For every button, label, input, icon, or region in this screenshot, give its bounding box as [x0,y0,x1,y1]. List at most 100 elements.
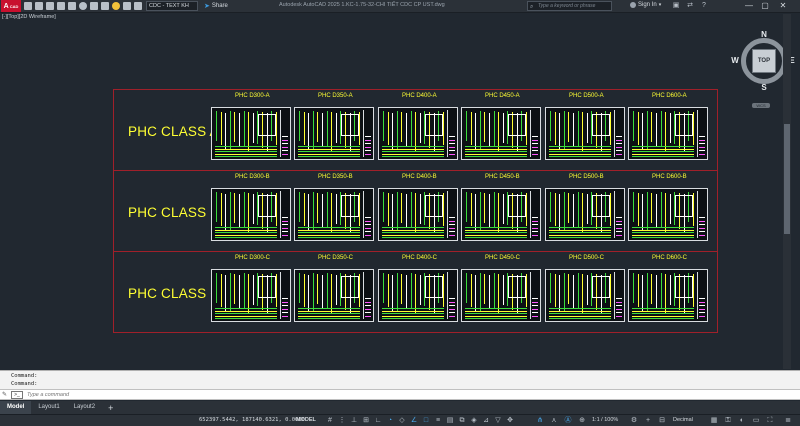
annotation-scale-icon[interactable]: Ⓐ [564,417,572,425]
tab-layout2[interactable]: Layout2 [67,401,102,414]
drawing-sheet [294,269,374,322]
drawing-sheet [294,107,374,160]
compass-north[interactable]: N [759,30,769,39]
object-snap-icon[interactable]: □ [422,417,430,425]
sign-in-label: Sign In [638,2,657,8]
3d-osnap-icon[interactable]: ◈ [470,417,478,425]
selection-filter-icon[interactable]: ▽ [494,417,502,425]
drawing-sheet [378,188,458,241]
customization-icon[interactable]: ≣ [784,417,792,425]
share-label: Share [211,3,228,9]
clean-screen-icon[interactable]: ⛶ [766,417,774,425]
coordinates-readout[interactable]: 652397.5442, 187140.6321, 0.0000 [199,417,305,423]
command-customize-icon[interactable]: ✎ [2,391,7,398]
units-dropdown[interactable]: Decimal [673,417,693,423]
drawing-sheet [211,188,291,241]
compass-west[interactable]: W [730,56,740,65]
plot-icon[interactable] [79,2,87,10]
lock-ui-icon[interactable]: ⚿ [724,417,732,425]
title-bar: A CAD CDC - TEXT KH ➤ Share Autodesk AutoC… [0,0,800,13]
command-input[interactable] [27,391,527,399]
undo-icon[interactable] [90,2,98,10]
snap-icon[interactable]: ⋮ [338,417,346,425]
gizmo-icon[interactable]: ✥ [506,417,514,425]
tab-layout1[interactable]: Layout1 [31,401,66,414]
auto-scale-icon[interactable]: ⋏ [550,417,558,425]
help-icon[interactable]: ? [700,2,708,10]
isodraft-icon[interactable]: ◇ [398,417,406,425]
sheet-title: PHC D450-B [485,174,520,180]
layer-lock-icon[interactable] [134,2,142,10]
sheet-title: PHC D350-C [318,255,354,261]
open-file-icon[interactable] [35,2,43,10]
quick-properties-icon[interactable]: ▦ [710,417,718,425]
transparency-icon[interactable]: ▤ [446,417,454,425]
ortho-icon[interactable]: ∟ [374,417,382,425]
sign-in-button[interactable]: Sign In ▾ [630,2,661,8]
grid-icon[interactable]: # [326,417,334,425]
save-as-icon[interactable] [57,2,65,10]
compass-south[interactable]: S [759,83,769,92]
annotation-scale-dropdown[interactable]: 1:1 / 100% [592,417,618,423]
sheet-title: PHC D350-A [318,93,353,99]
app-menu-button[interactable]: A CAD [1,0,21,12]
cart-icon[interactable]: ▣ [672,2,680,10]
sheet-title: PHC D300-A [235,93,270,99]
minimize-button[interactable]: — [742,0,756,12]
sheet-title: PHC D500-B [569,174,604,180]
dynamic-input-icon[interactable]: ⊞ [362,417,370,425]
annotation-visibility-icon[interactable]: ⋔ [536,417,544,425]
infer-constraints-icon[interactable]: ⊥ [350,417,358,425]
sheet-title: PHC D500-A [569,93,604,99]
graphics-performance-icon[interactable]: ▭ [752,417,760,425]
drawing-sheet [461,269,541,322]
model-space-button[interactable]: MODEL [296,417,316,423]
drawing-sheet [211,107,291,160]
sheet-title: PHC D300-C [235,255,271,261]
polar-tracking-icon[interactable]: ◔ [386,417,394,425]
tab-model[interactable]: Model [0,401,32,414]
viewport-controls-label[interactable]: [-][Top][2D Wireframe] [2,14,56,20]
layer-on-bulb-icon[interactable] [112,2,120,10]
wcs-menu[interactable]: WCS [752,103,770,108]
dynamic-ucs-icon[interactable]: ⊿ [482,417,490,425]
search-placeholder: Type a keyword or phrase [538,3,596,9]
lineweight-icon[interactable]: ≡ [434,417,442,425]
command-history-line: Command: [11,373,38,379]
vertical-scrollbar[interactable] [783,14,791,369]
new-file-icon[interactable] [24,2,32,10]
workspace-gear-icon[interactable]: ⚙ [630,417,638,425]
autocad-window: A CAD CDC - TEXT KH ➤ Share Autodesk AutoC… [0,0,800,426]
sheet-title: PHC D400-B [402,174,437,180]
units-icon[interactable]: ⊟ [658,417,666,425]
drawing-sheet [628,188,708,241]
redo-icon[interactable] [101,2,109,10]
scrollbar-thumb[interactable] [784,124,790,234]
share-button[interactable]: ➤ Share [204,2,228,10]
sheet-title: PHC D400-C [402,255,438,261]
drawing-sheet [628,269,708,322]
annotation-monitor-icon[interactable]: ⊕ [578,417,586,425]
isolate-objects-icon[interactable]: ◐ [738,417,746,425]
sheet-title: PHC D500-C [569,255,605,261]
layout-tabs: Model Layout1 Layout2 + [0,401,800,414]
close-button[interactable]: ✕ [776,0,790,12]
drawing-sheet [211,269,291,322]
object-snap-tracking-icon[interactable]: ∠ [410,417,418,425]
row-label: PHC CLASS B [128,205,220,220]
drawing-sheet [294,188,374,241]
sheet-title: PHC D600-C [652,255,688,261]
layer-dropdown[interactable]: CDC - TEXT KH [146,1,198,11]
save-icon[interactable] [46,2,54,10]
maximize-button[interactable]: ▢ [758,0,772,12]
sheet-title: PHC D300-B [235,174,270,180]
help-search-input[interactable]: ⌕ Type a keyword or phrase [527,1,612,11]
web-mobile-icon[interactable] [68,2,76,10]
exchange-icon[interactable]: ⇄ [686,2,694,10]
annotation-plus-icon[interactable]: + [644,417,652,425]
cube-top-face[interactable]: TOP [752,49,776,73]
add-layout-button[interactable]: + [102,403,119,413]
command-prompt-icon[interactable]: >_ [11,391,23,399]
selection-cycling-icon[interactable]: ⧉ [458,417,466,425]
layer-freeze-icon[interactable] [123,2,131,10]
